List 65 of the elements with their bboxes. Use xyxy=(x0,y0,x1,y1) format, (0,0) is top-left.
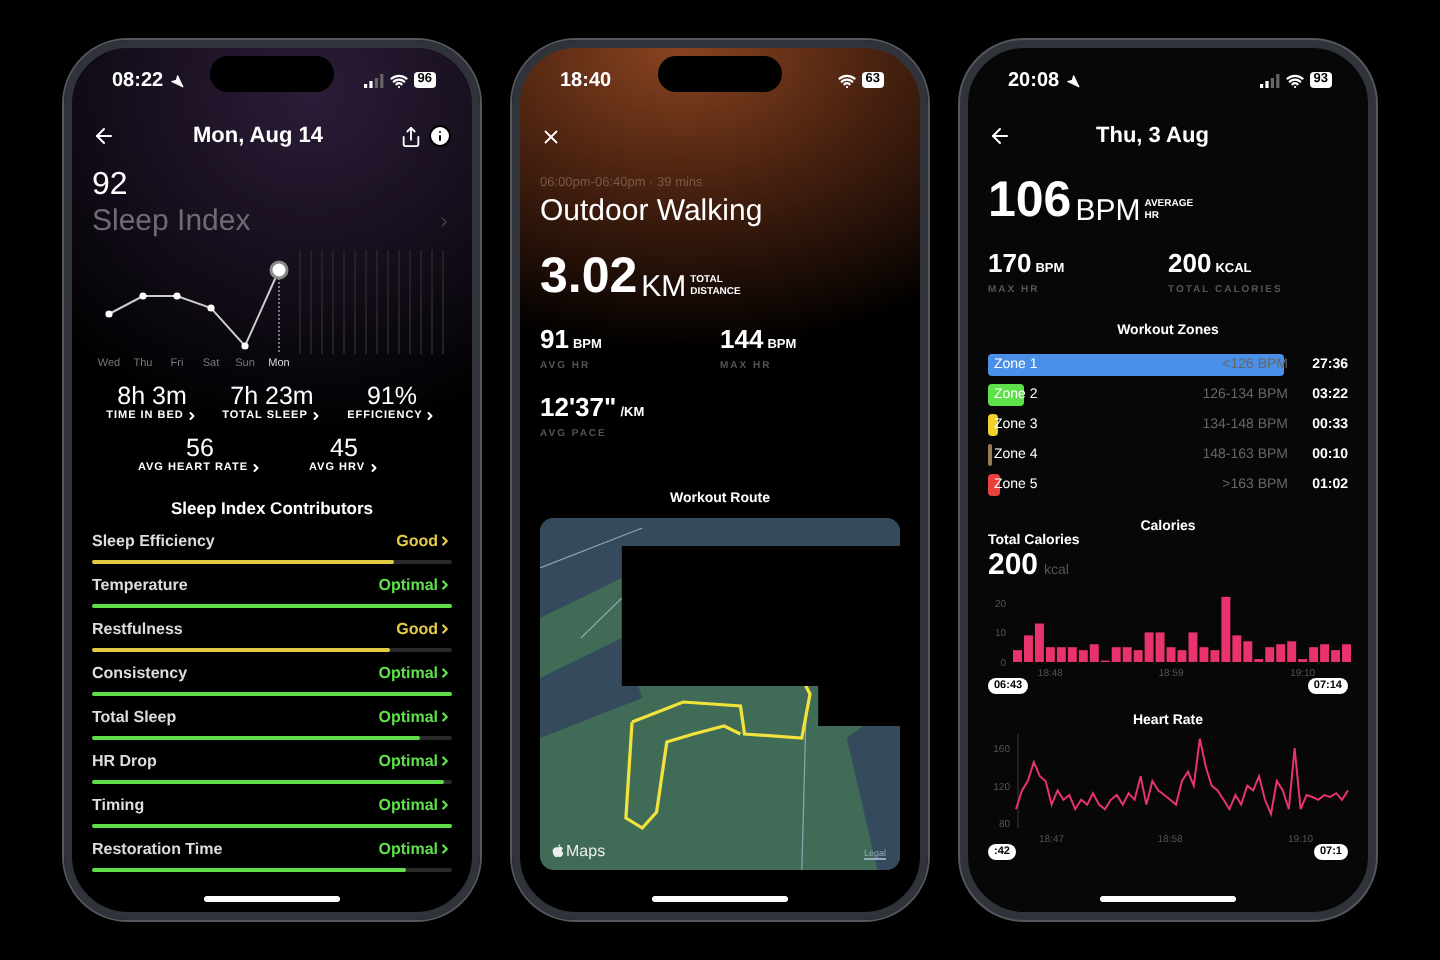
stat-value: 200 xyxy=(1168,248,1212,278)
contributor-name: Restoration Time xyxy=(92,840,223,858)
back-icon[interactable] xyxy=(988,124,1012,148)
sleep-score: 92 xyxy=(92,168,130,204)
metric-value: 8h 3m xyxy=(115,382,189,410)
chevron-icon xyxy=(424,410,437,422)
wifi-icon xyxy=(1285,71,1304,89)
camera-notch xyxy=(658,56,782,92)
contributor-rating[interactable]: Optimal xyxy=(378,576,452,594)
close-icon[interactable] xyxy=(540,125,562,147)
back-icon[interactable] xyxy=(92,124,116,148)
wifi-icon xyxy=(389,71,408,89)
info-icon[interactable] xyxy=(427,124,452,148)
section-title: Sleep Index Contributors xyxy=(168,498,376,518)
distance-value: 3.02 xyxy=(540,252,638,302)
stat-value: 170 xyxy=(988,248,1032,278)
metric-value: 45 xyxy=(328,434,360,462)
calories-value: 200 xyxy=(988,548,1039,582)
screen-date: Thu, 3 Aug xyxy=(1096,124,1209,148)
chevron-icon xyxy=(438,622,452,636)
wifi-icon xyxy=(837,71,856,89)
chevron-icon xyxy=(438,842,452,856)
average-unit: BPM xyxy=(1075,196,1141,226)
contributor-name: Temperature xyxy=(92,576,188,594)
contributor-name: Restfulness xyxy=(92,620,183,638)
contributor-rating[interactable]: Optimal xyxy=(378,752,452,770)
score-label: Sleep Index xyxy=(92,204,251,238)
contributor-name: Sleep Efficiency xyxy=(92,532,215,550)
stat-value: 12'37" xyxy=(540,392,617,422)
share-icon[interactable] xyxy=(399,125,422,147)
chevron-icon xyxy=(367,462,380,474)
workout-title: Outdoor Walking xyxy=(540,194,765,228)
chevron-icon xyxy=(438,710,452,724)
chevron-icon xyxy=(438,534,452,548)
contributor-rating[interactable]: Good xyxy=(396,532,452,550)
apple-icon xyxy=(552,844,564,858)
chevron-icon xyxy=(438,798,452,812)
chevron-icon xyxy=(309,410,322,422)
map-brand: Maps xyxy=(552,842,606,860)
contributor-rating[interactable]: Optimal xyxy=(378,840,452,858)
contributor-rating[interactable]: Optimal xyxy=(378,708,452,726)
screen-date: Mon, Aug 14 xyxy=(193,124,323,148)
contributor-rating[interactable]: Good xyxy=(396,620,452,638)
distance-unit: KM xyxy=(641,272,687,302)
metric-value: 7h 23m xyxy=(228,382,316,410)
contributor-name: Consistency xyxy=(92,664,188,682)
chevron-icon xyxy=(185,410,198,422)
contributor-rating[interactable]: Optimal xyxy=(378,664,452,682)
contributor-rating[interactable]: Optimal xyxy=(378,796,452,814)
status-time: 08:22 xyxy=(112,69,164,91)
chevron-icon xyxy=(438,666,452,680)
status-time: 20:08 xyxy=(1008,69,1060,91)
stat-value: 91 xyxy=(540,324,569,354)
status-time: 18:40 xyxy=(560,69,612,91)
metric-value: 91% xyxy=(364,382,420,410)
chevron-icon xyxy=(438,754,452,768)
metric-value: 56 xyxy=(184,434,216,462)
average-value: 106 xyxy=(988,176,1072,226)
contributor-name: Total Sleep xyxy=(92,708,177,726)
chevron-icon xyxy=(250,462,263,474)
chevron-icon xyxy=(438,578,452,592)
camera-notch xyxy=(210,56,334,92)
contributor-name: HR Drop xyxy=(92,752,157,770)
contributor-name: Timing xyxy=(92,796,145,814)
stat-value: 144 xyxy=(720,324,764,354)
